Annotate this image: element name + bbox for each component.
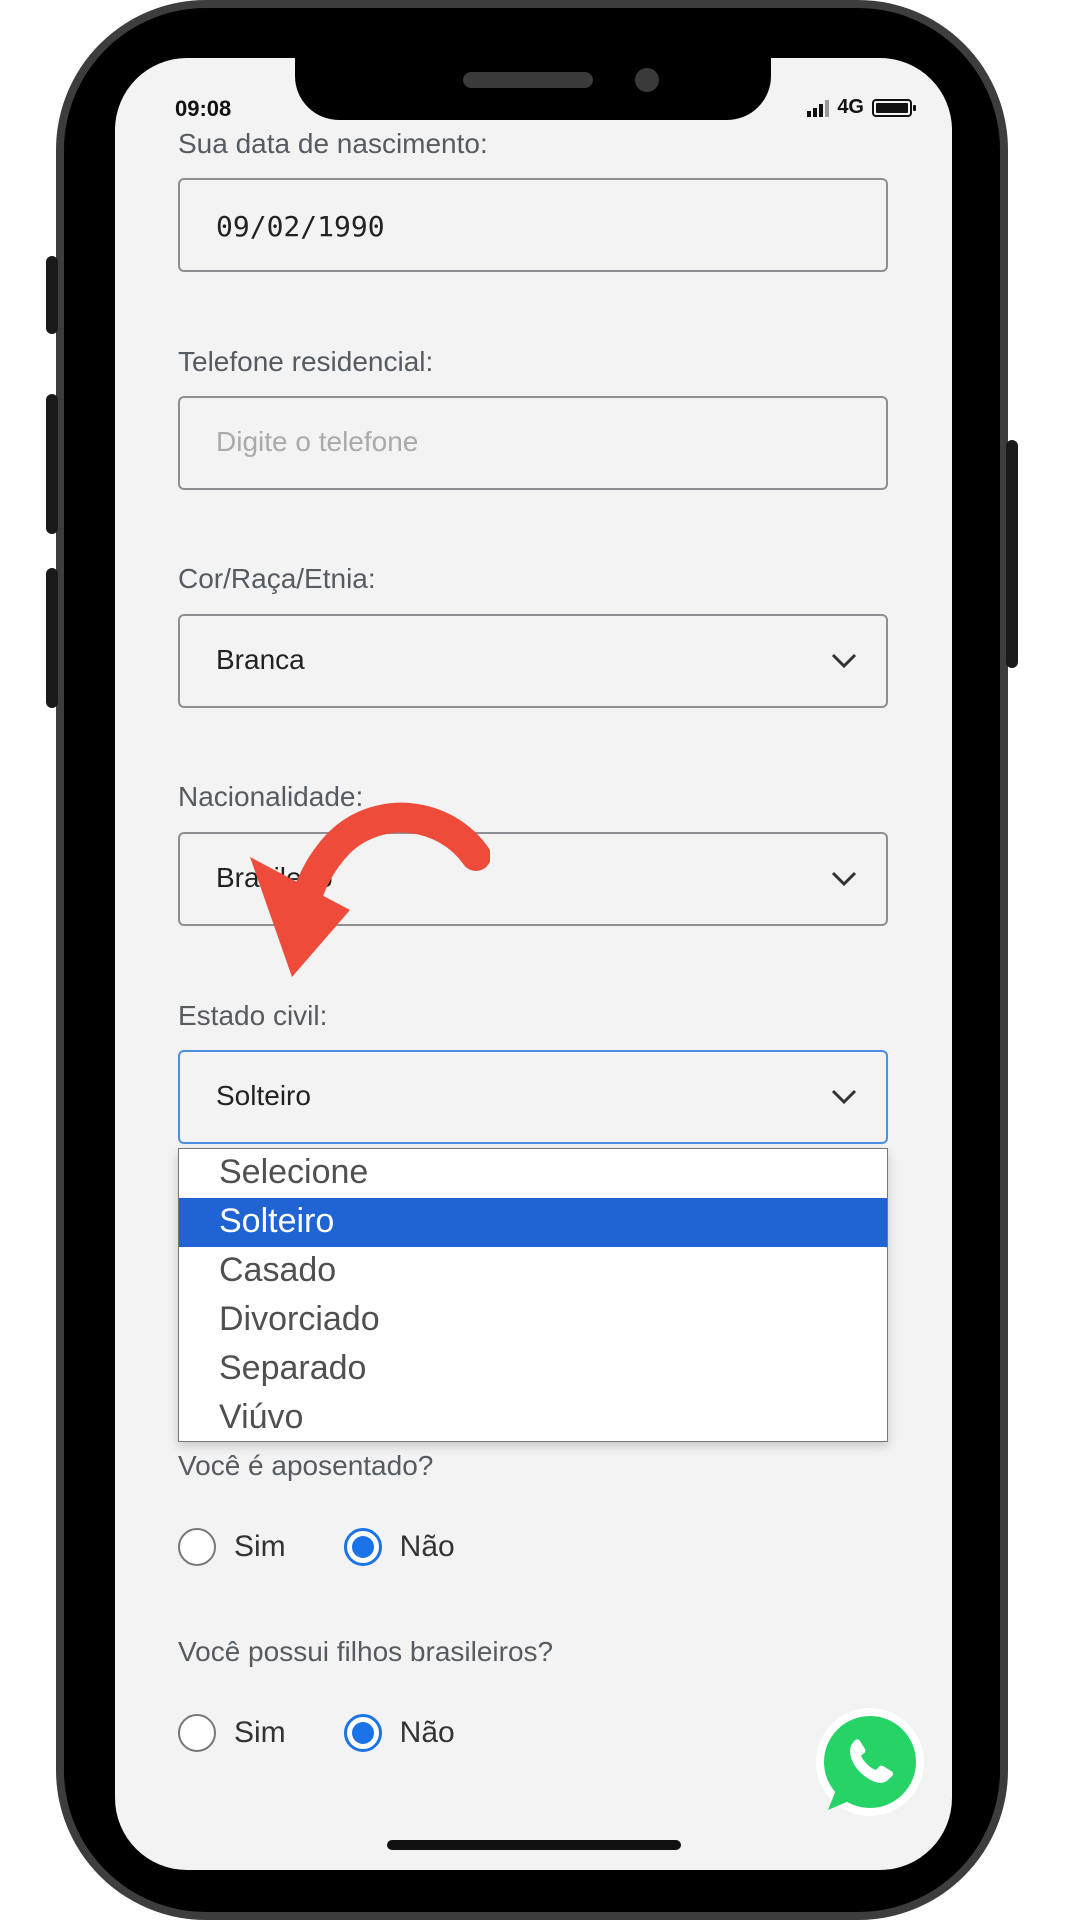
annotation-arrow-icon — [250, 802, 490, 977]
option-solteiro[interactable]: Solteiro — [179, 1198, 887, 1247]
phone-silent-switch — [46, 256, 58, 334]
children-options: Sim Não — [178, 1714, 455, 1752]
option-casado[interactable]: Casado — [179, 1247, 887, 1296]
home-phone-input[interactable]: Digite o telefone — [178, 396, 888, 490]
phone-volume-down — [46, 568, 58, 708]
retired-yes-label[interactable]: Sim — [234, 1530, 286, 1564]
home-indicator[interactable] — [387, 1840, 681, 1850]
birth-date-input[interactable]: 09/02/1990 — [178, 178, 888, 272]
children-yes-label[interactable]: Sim — [234, 1716, 286, 1750]
birth-date-value: 09/02/1990 — [216, 210, 385, 243]
option-viuvo[interactable]: Viúvo — [179, 1394, 887, 1443]
retired-yes-radio[interactable] — [178, 1528, 216, 1566]
children-no-label[interactable]: Não — [400, 1716, 455, 1750]
race-select[interactable]: Branca — [178, 614, 888, 708]
battery-icon — [872, 98, 916, 117]
retired-options: Sim Não — [178, 1528, 455, 1566]
whatsapp-icon[interactable] — [810, 1706, 926, 1822]
speaker — [463, 72, 593, 88]
home-phone-placeholder: Digite o telefone — [216, 426, 419, 457]
civil-status-label: Estado civil: — [178, 1000, 328, 1031]
signal-icon — [807, 99, 830, 117]
civil-status-dropdown: Selecione Solteiro Casado Divorciado Sep… — [178, 1148, 888, 1442]
option-selecione[interactable]: Selecione — [179, 1149, 887, 1198]
option-divorciado[interactable]: Divorciado — [179, 1296, 887, 1345]
network-type: 4G — [837, 96, 864, 118]
status-icons: 4G — [807, 96, 916, 119]
civil-status-select[interactable]: Solteiro — [178, 1050, 888, 1144]
retired-label: Você é aposentado? — [178, 1450, 434, 1481]
children-no-radio[interactable] — [343, 1714, 382, 1752]
civil-status-value: Solteiro — [216, 1080, 311, 1111]
phone-power-button — [1006, 440, 1018, 668]
chevron-down-icon — [831, 1089, 857, 1105]
race-label: Cor/Raça/Etnia: — [178, 563, 376, 594]
chevron-down-icon — [831, 871, 857, 887]
birth-date-label: Sua data de nascimento: — [178, 128, 488, 159]
chevron-down-icon — [831, 653, 857, 669]
retired-no-label[interactable]: Não — [400, 1530, 455, 1564]
race-value: Branca — [216, 644, 305, 675]
front-camera — [635, 68, 659, 92]
children-yes-radio[interactable] — [178, 1714, 216, 1752]
retired-no-radio[interactable] — [343, 1528, 382, 1566]
phone-volume-up — [46, 394, 58, 534]
notch — [295, 58, 771, 120]
option-separado[interactable]: Separado — [179, 1345, 887, 1394]
children-label: Você possui filhos brasileiros? — [178, 1636, 554, 1667]
home-phone-label: Telefone residencial: — [178, 346, 434, 377]
status-time: 09:08 — [175, 96, 232, 121]
